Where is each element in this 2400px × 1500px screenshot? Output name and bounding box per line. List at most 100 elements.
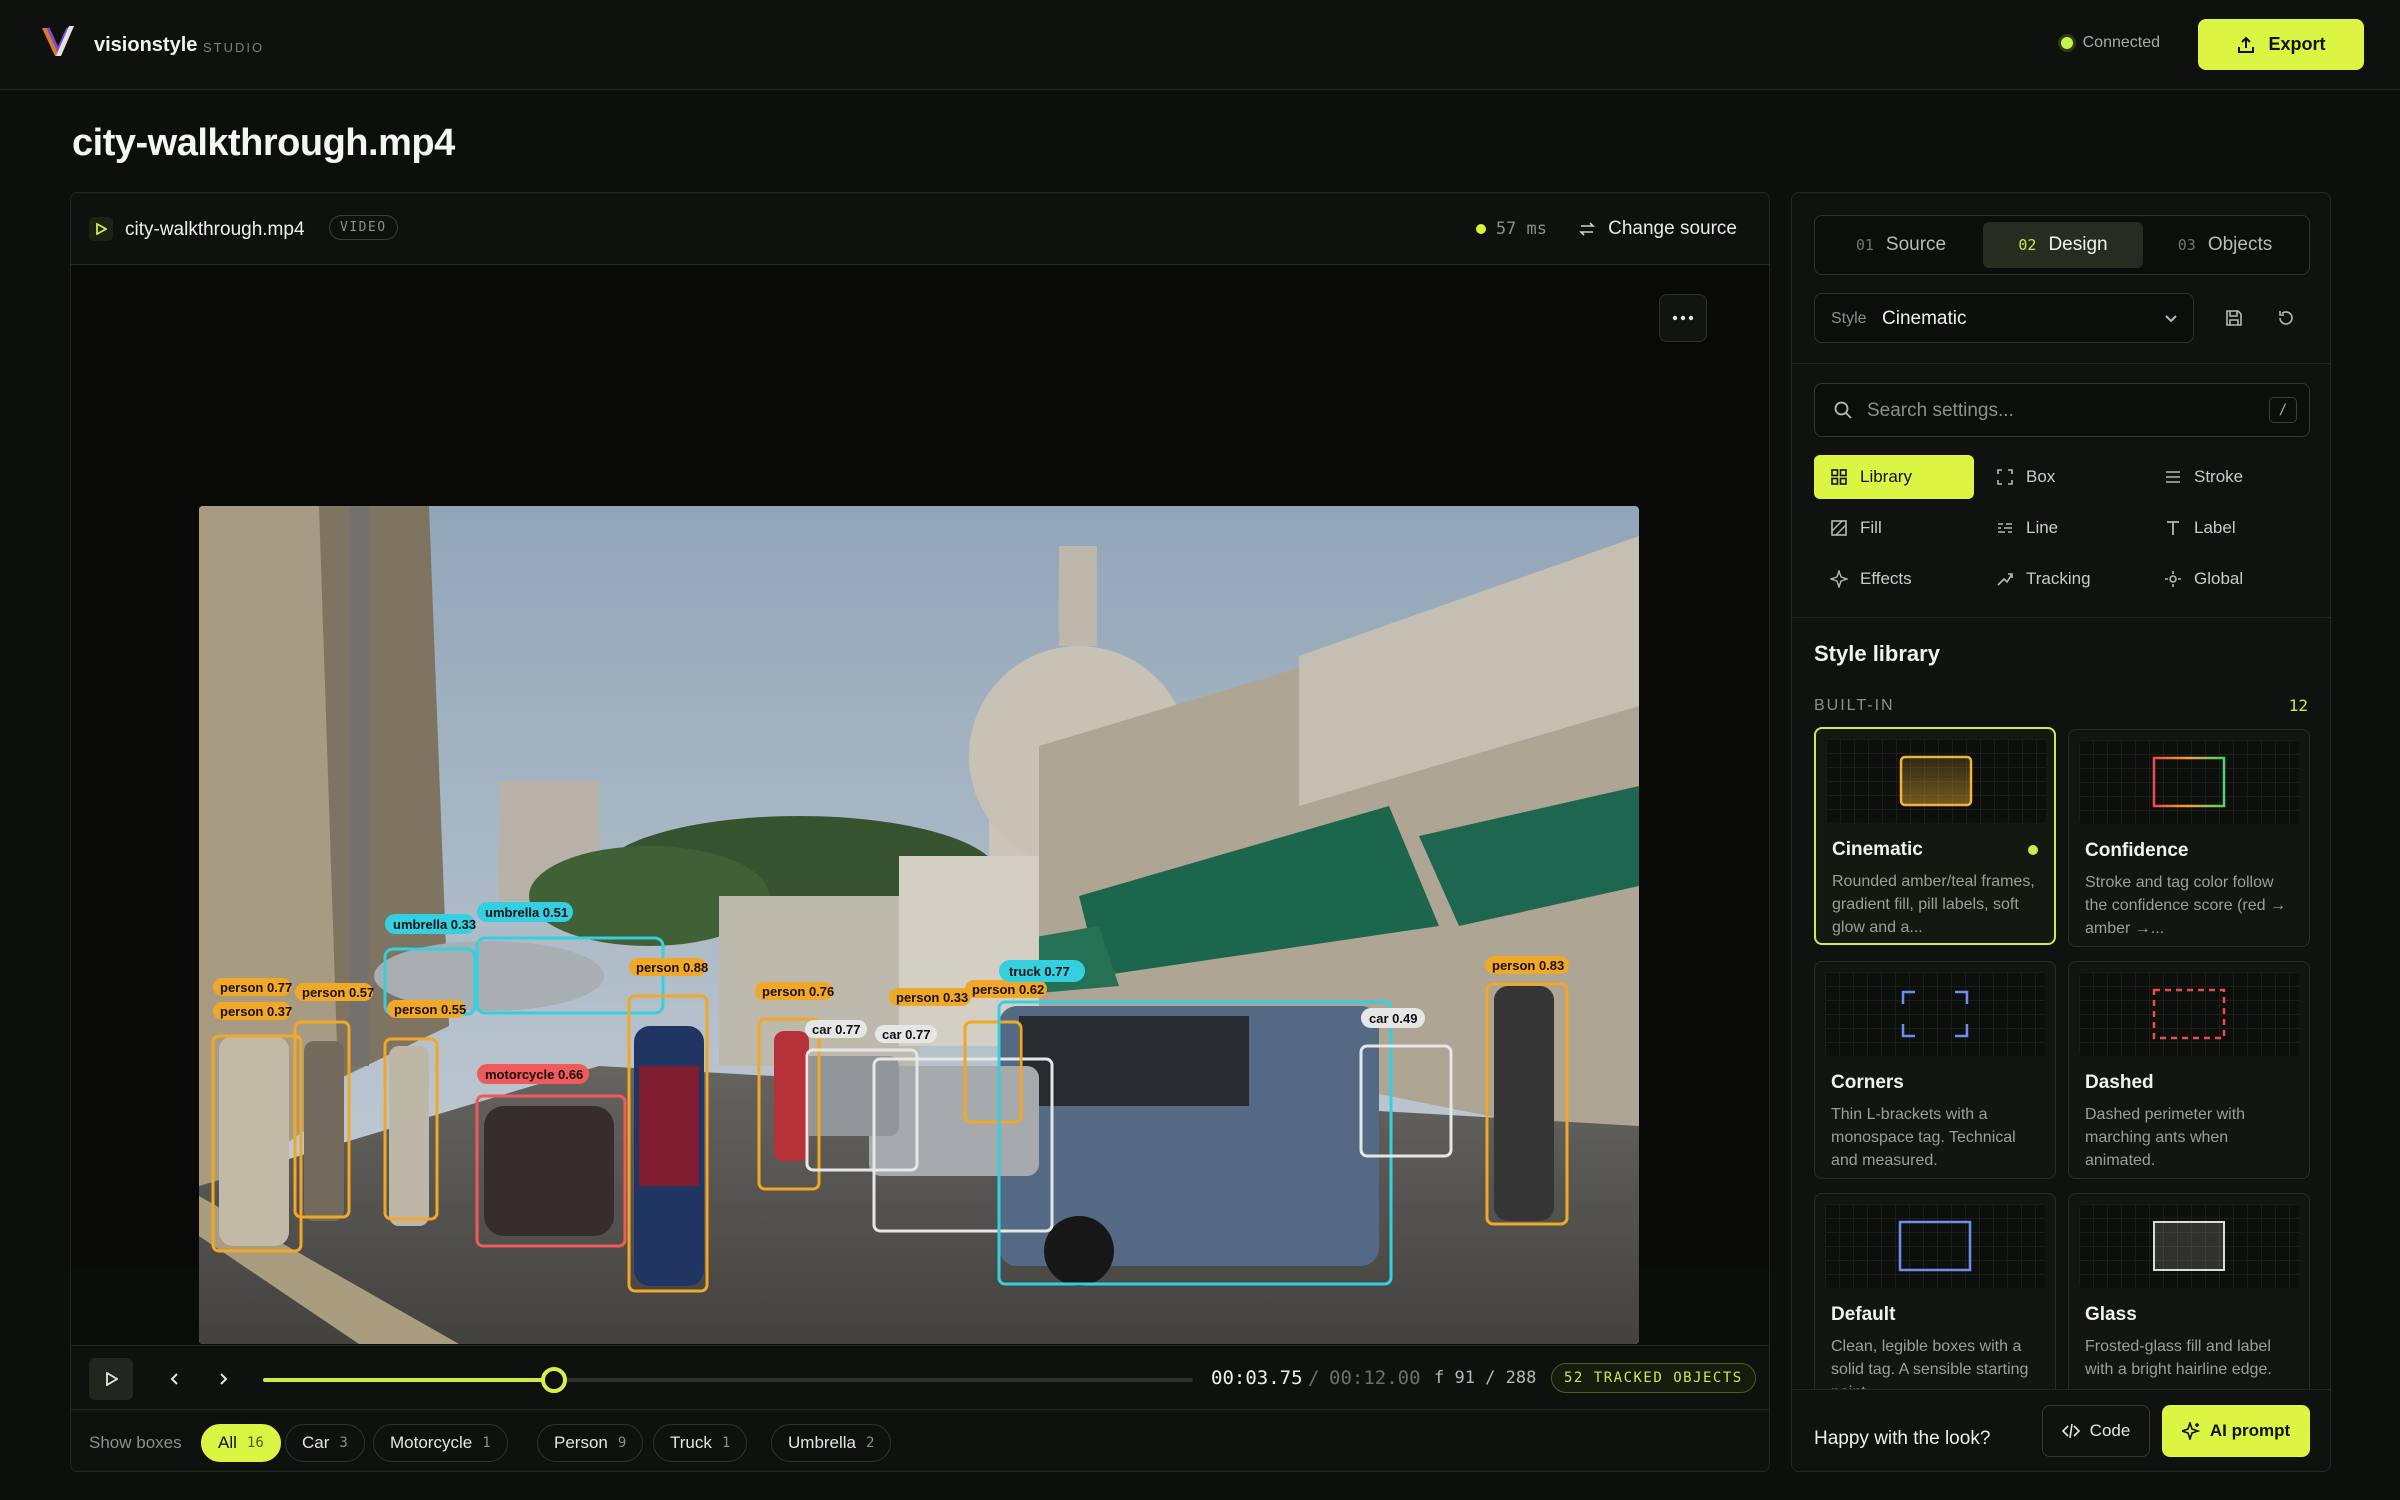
search-shortcut-key: / [2269, 397, 2297, 423]
style-card-glass[interactable]: Glass Frosted-glass fill and label with … [2068, 1193, 2310, 1411]
status-dot-icon [2060, 37, 2073, 49]
save-style-button[interactable] [2214, 298, 2254, 338]
category-fill[interactable]: Fill [1814, 506, 1974, 550]
chip-label: Motorcycle [390, 1433, 473, 1452]
step-number: 03 [2177, 236, 2196, 254]
category-library[interactable]: Library [1814, 455, 1974, 499]
selected-indicator-icon [2028, 845, 2038, 855]
category-box[interactable]: Box [1980, 455, 2140, 499]
swap-icon [1579, 222, 1596, 236]
export-button[interactable]: Export [2198, 19, 2364, 70]
chip-count: 1 [482, 1435, 491, 1451]
style-library-title: Style library [1814, 641, 1940, 666]
style-card-dashed[interactable]: Dashed Dashed perimeter with marching an… [2068, 961, 2310, 1179]
svg-text:umbrella 0.51: umbrella 0.51 [485, 905, 568, 920]
category-stroke[interactable]: Stroke [2148, 455, 2308, 499]
play-button[interactable] [89, 1358, 133, 1400]
tab-design[interactable]: 02 Design [1983, 222, 2143, 268]
tab-objects[interactable]: 03 Objects [2145, 222, 2305, 268]
style-card-title: Glass [2085, 1304, 2137, 1325]
video-frame[interactable]: umbrella 0.33 umbrella 0.51 person 0.77 … [199, 506, 1639, 1344]
svg-text:motorcycle 0.66: motorcycle 0.66 [485, 1067, 583, 1082]
step-label: Source [1885, 234, 1947, 255]
filter-chip-motorcycle[interactable]: Motorcycle 1 [373, 1424, 508, 1462]
file-type-badge: VIDEO [329, 215, 398, 240]
total-time: 00:12.00 [1329, 1367, 1421, 1389]
style-select-value: Cinematic [1882, 308, 1967, 329]
style-preview [1826, 739, 2046, 823]
ai-prompt-label: AI prompt [2209, 1421, 2291, 1440]
style-select[interactable]: Style Cinematic [1814, 293, 2194, 343]
category-global[interactable]: Global [2148, 557, 2308, 601]
filter-chip-truck[interactable]: Truck 1 [653, 1424, 748, 1462]
code-button[interactable]: Code [2042, 1405, 2150, 1457]
settings-search[interactable]: Search settings... / [1814, 383, 2310, 437]
timeline-scrubber[interactable] [263, 1367, 1193, 1393]
play-file-icon [89, 217, 113, 241]
export-label: Export [2268, 34, 2326, 54]
svg-text:car 0.77: car 0.77 [812, 1022, 860, 1037]
category-label: Global [2194, 569, 2244, 588]
style-card-corners[interactable]: Corners Thin L-brackets with a monospace… [1814, 961, 2056, 1179]
detection-label: person 0.62 [965, 980, 1047, 998]
style-preview [2079, 740, 2299, 824]
detection-label: motorcycle 0.66 [477, 1064, 589, 1084]
detection-label: car 0.77 [805, 1020, 867, 1038]
global-icon [2165, 571, 2181, 587]
design-panel: 01 Source 02 Design 03 Objects Style Cinema… [1791, 192, 2331, 1472]
chip-label: Truck [670, 1433, 712, 1452]
detection-label: person 0.77 [213, 978, 292, 996]
brand-subtitle: STUDIO [203, 40, 265, 55]
visionstyle-logo [42, 26, 74, 56]
connection-label: Connected [2082, 34, 2160, 51]
footer-question: Happy with the look? [1814, 1428, 1991, 1449]
more-options-button[interactable] [1659, 294, 1707, 342]
ellipsis-icon [1672, 315, 1694, 321]
filter-chip-car[interactable]: Car 3 [285, 1424, 365, 1462]
text-icon [2167, 521, 2179, 535]
category-tracking[interactable]: Tracking [1980, 557, 2140, 601]
change-source-button[interactable]: Change source [1578, 218, 1737, 240]
style-card-description: Thin L-brackets with a monospace tag. Te… [1831, 1106, 2016, 1169]
filter-chip-umbrella[interactable]: Umbrella 2 [771, 1424, 892, 1462]
chip-count: 1 [721, 1435, 731, 1451]
previous-frame-button[interactable] [153, 1358, 197, 1400]
detection-label: car 0.49 [1361, 1008, 1425, 1028]
style-card-cinematic[interactable]: Cinematic Rounded amber/teal frames, gra… [1814, 727, 2056, 945]
style-card-default[interactable]: Default Clean, legible boxes with a soli… [1814, 1193, 2056, 1411]
ai-prompt-button[interactable]: AI prompt [2162, 1405, 2310, 1457]
video-viewer: city-walkthrough.mp4 VIDEO 57 ms Change … [70, 192, 1770, 1472]
filter-chip-all[interactable]: All 16 [201, 1424, 281, 1462]
file-name: city-walkthrough.mp4 [125, 219, 305, 240]
sparkle-icon [1830, 570, 1848, 588]
category-label[interactable]: Label [2148, 506, 2308, 550]
panel-footer: Happy with the look? Code AI prompt [1792, 1389, 2330, 1471]
top-bar: visionstyle STUDIO Connected Export [0, 0, 2400, 90]
category-label: Tracking [2026, 569, 2091, 588]
chip-label: Person [554, 1433, 608, 1452]
style-card-confidence[interactable]: Confidence Stroke and tag color follow t… [2068, 729, 2310, 947]
chevron-right-icon [220, 1373, 228, 1385]
style-card-description: Frosted-glass fill and label with a brig… [2085, 1338, 2272, 1378]
style-select-label: Style [1831, 310, 1867, 327]
code-label: Code [2089, 1421, 2131, 1440]
svg-text:umbrella 0.33: umbrella 0.33 [393, 917, 476, 932]
category-effects[interactable]: Effects [1814, 557, 1974, 601]
filter-chip-person[interactable]: Person 9 [537, 1424, 644, 1462]
tracked-objects-badge: 52 TRACKED OBJECTS [1551, 1363, 1756, 1393]
sparkle-icon [2181, 1422, 2200, 1440]
playback-controls: 00:03.75 / 00:12.00 f 91 / 288 52 TRACKE… [71, 1345, 1769, 1409]
svg-text:truck 0.77: truck 0.77 [1009, 964, 1070, 979]
category-line[interactable]: Line [1980, 506, 2140, 550]
change-source-label: Change source [1608, 218, 1737, 239]
detection-label: person 0.33 [889, 988, 971, 1006]
style-preview [1825, 1204, 2045, 1288]
svg-text:person 0.37: person 0.37 [220, 1004, 292, 1019]
next-frame-button[interactable] [201, 1358, 245, 1400]
tab-source[interactable]: 01 Source [1821, 222, 1981, 268]
reset-style-button[interactable] [2266, 298, 2306, 338]
category-label: Label [2194, 518, 2236, 537]
grid-icon [1831, 469, 1847, 485]
detection-label: car 0.77 [875, 1025, 937, 1043]
timeline-handle[interactable] [540, 1367, 567, 1393]
